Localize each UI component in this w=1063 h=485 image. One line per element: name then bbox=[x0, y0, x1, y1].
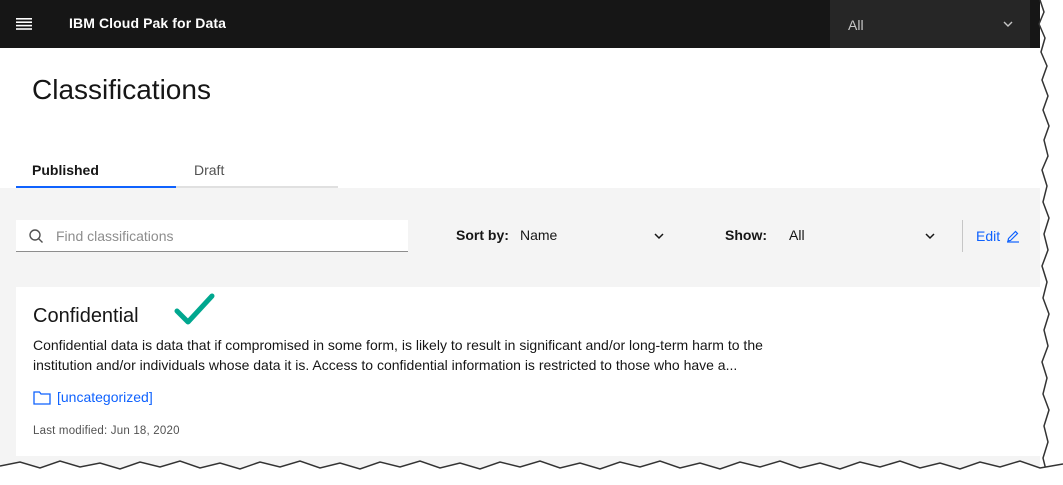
card-description: Confidential data is data that if compro… bbox=[33, 337, 763, 373]
category-link[interactable]: [uncategorized] bbox=[33, 389, 153, 405]
pencil-icon bbox=[1007, 230, 1020, 243]
chevron-down-icon bbox=[1003, 21, 1013, 27]
toolbar-divider bbox=[962, 220, 963, 252]
card-title[interactable]: Confidential bbox=[33, 305, 139, 328]
tab-draft[interactable]: Draft bbox=[178, 152, 338, 188]
edit-button[interactable]: Edit bbox=[976, 228, 1020, 244]
search-input[interactable] bbox=[56, 220, 396, 251]
chevron-down-icon bbox=[925, 233, 935, 240]
tab-list: Published Draft bbox=[16, 152, 338, 188]
checkmark-icon bbox=[174, 293, 215, 325]
show-select[interactable]: All bbox=[781, 220, 941, 252]
show-select-value: All bbox=[789, 227, 805, 243]
search-box bbox=[16, 220, 408, 252]
last-modified: Last modified: Jun 18, 2020 bbox=[33, 425, 180, 437]
context-select-value: All bbox=[848, 17, 864, 33]
edit-label: Edit bbox=[976, 228, 1001, 244]
category-label: [uncategorized] bbox=[57, 389, 153, 405]
sort-label: Sort by: bbox=[456, 227, 509, 243]
classification-card[interactable]: Confidential Confidential data is data t… bbox=[16, 287, 1040, 456]
hamburger-menu-icon bbox=[16, 18, 32, 30]
tab-published[interactable]: Published bbox=[16, 152, 176, 188]
torn-edge-decoration bbox=[1038, 0, 1063, 485]
chevron-down-icon bbox=[654, 233, 664, 240]
torn-bottom-decoration bbox=[0, 460, 1063, 485]
product-name[interactable]: IBM Cloud Pak for Data bbox=[69, 15, 226, 31]
show-label: Show: bbox=[725, 227, 767, 243]
page-title: Classifications bbox=[32, 74, 211, 105]
context-select[interactable]: All bbox=[830, 0, 1030, 48]
folder-icon bbox=[33, 390, 51, 405]
sort-select-value: Name bbox=[520, 227, 558, 243]
hamburger-menu-button[interactable] bbox=[0, 0, 48, 48]
top-header: IBM Cloud Pak for Data All bbox=[0, 0, 1040, 48]
search-icon bbox=[29, 229, 43, 243]
sort-select[interactable]: Name bbox=[512, 220, 672, 252]
